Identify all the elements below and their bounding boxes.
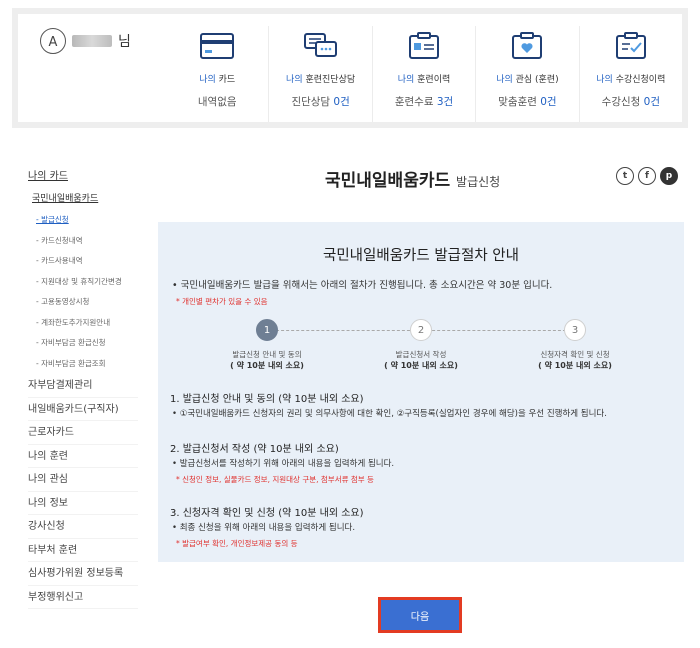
summary-item-title-prefix: 나의 — [199, 75, 219, 85]
summary-item-card[interactable]: 나의 카드 내역없음 — [166, 26, 268, 122]
summary-item-count: 0 — [540, 96, 547, 108]
sidebar-item-worker-card[interactable]: 근로자카드 — [28, 421, 138, 445]
facebook-icon[interactable]: f — [638, 167, 656, 185]
clipboard-heart-icon — [512, 32, 543, 59]
sidebar-item-card-application-history[interactable]: - 카드신청내역 — [28, 231, 138, 252]
step-label-3: 신청자격 확인 및 신청 ( 약 10분 내외 소요) — [515, 349, 635, 371]
sidebar-item-apply[interactable]: - 발급신청 — [28, 210, 138, 231]
section-text-3: • 최종 신청을 위해 아래의 내용을 입력하게 됩니다. — [172, 523, 356, 533]
step-label-1: 발급신청 안내 및 동의 ( 약 10분 내외 소요) — [207, 349, 327, 371]
sidebar-item-card-usage-history[interactable]: - 카드사용내역 — [28, 251, 138, 272]
sidebar-item-account-limit-info[interactable]: - 계좌한도추가지원안내 — [28, 313, 138, 334]
summary-item-value: 내역없음 — [197, 96, 237, 108]
summary-item-unit: 건 — [443, 96, 454, 108]
section-title-1: 1. 발급신청 안내 및 동의 (약 10분 내외 소요) — [170, 394, 364, 405]
summary-item-title: 관심 (훈련) — [515, 75, 559, 85]
person-icon: A — [49, 35, 58, 49]
step-duration: ( 약 10분 내외 소요) — [538, 361, 612, 370]
summary-item-title: 카드 — [218, 75, 236, 85]
step-label-2: 발급신청서 작성 ( 약 10분 내외 소요) — [361, 349, 481, 371]
user-name-suffix: 님 — [118, 34, 131, 50]
page-title-sub: 발급신청 — [456, 175, 501, 189]
user-info: A 님 — [40, 28, 131, 54]
step-label-text: 발급신청 안내 및 동의 — [232, 350, 302, 359]
sidebar-item-my-card[interactable]: 나의 카드 — [28, 166, 138, 188]
intro-note: * 개인별 편차가 있을 수 있음 — [176, 297, 268, 306]
step-circle-3: 3 — [564, 319, 586, 341]
section-note-2: * 신청인 정보, 실물카드 정보, 지원대상 구분, 첨부서류 첨부 등 — [176, 475, 374, 484]
summary-item-interest[interactable]: 나의 관심 (훈련) 맞춤훈련 0건 — [475, 26, 578, 122]
sidebar-item-refund-inquiry[interactable]: - 자비부담금 환급조회 — [28, 354, 138, 375]
sidebar-item-national-card[interactable]: 국민내일배움카드 — [28, 188, 138, 210]
summary-item-unit: 건 — [650, 96, 660, 108]
sidebar-item-change-eligibility[interactable]: - 지원대상 및 휴직기간변경 — [28, 272, 138, 293]
summary-item-title: 수강신청이력 — [615, 75, 666, 85]
sidebar-item-instructor-apply[interactable]: 강사신청 — [28, 515, 138, 539]
summary-item-training-history[interactable]: 나의 훈련이력 훈련수료 3건 — [371, 26, 475, 122]
summary-item-value: 진단상담 — [291, 96, 334, 108]
summary-item-value: 맞춤훈련 — [498, 96, 541, 108]
step-duration: ( 약 10분 내외 소요) — [230, 361, 304, 370]
summary-item-consult[interactable]: 나의 훈련진단상담 진단상담 0건 — [268, 26, 371, 122]
clipboard-check-icon — [615, 32, 646, 59]
summary-item-count: 3 — [436, 96, 444, 108]
summary-item-title-prefix: 나의 — [596, 75, 616, 85]
step-circle-1: 1 — [256, 319, 278, 341]
summary-item-title-prefix: 나의 — [397, 75, 418, 85]
panel-title: 국민내일배움카드 발급절차 안내 — [323, 248, 519, 264]
sidebar-item-employment-video[interactable]: - 고용동영상시청 — [28, 292, 138, 313]
next-button[interactable]: 다음 — [378, 597, 462, 633]
step-circle-2: 2 — [410, 319, 432, 341]
sidebar-item-my-info[interactable]: 나의 정보 — [28, 492, 138, 515]
print-icon[interactable]: p — [660, 167, 678, 185]
summary-item-title-prefix: 나의 — [496, 75, 516, 85]
clipboard-list-icon — [409, 32, 440, 59]
sidebar-item-self-payment[interactable]: 자부담결제관리 — [28, 374, 138, 398]
share-buttons: t f p — [616, 167, 678, 185]
procedure-guide-panel: 국민내일배움카드 발급절차 안내 • 국민내일배움카드 발급을 위해서는 아래의… — [158, 222, 684, 562]
summary-item-unit: 건 — [546, 96, 557, 108]
summary-item-title: 훈련이력 — [417, 75, 451, 85]
intro-text: • 국민내일배움카드 발급을 위해서는 아래의 절차가 진행됩니다. 총 소요시… — [172, 280, 553, 291]
section-title-3: 3. 신청자격 확인 및 신청 (약 10분 내외 소요) — [170, 508, 364, 519]
summary-item-enrollment[interactable]: 나의 수강신청이력 수강신청 0건 — [578, 26, 682, 122]
sidebar-nav: 나의 카드 국민내일배움카드 - 발급신청 - 카드신청내역 - 카드사용내역 … — [28, 166, 138, 609]
page-title-main: 국민내일배움카드 — [325, 171, 451, 191]
chat-bubbles-icon — [303, 33, 337, 57]
svg-text:A: A — [49, 35, 58, 49]
sidebar-item-my-interest[interactable]: 나의 관심 — [28, 468, 138, 492]
section-title-2: 2. 발급신청서 작성 (약 10분 내외 소요) — [170, 444, 339, 455]
sidebar-item-reviewer-register[interactable]: 심사평가위원 정보등록 — [28, 562, 138, 586]
sidebar-item-refund-request[interactable]: - 자비부담금 환급신청 — [28, 333, 138, 354]
twitter-icon[interactable]: t — [616, 167, 634, 185]
card-icon — [200, 33, 235, 59]
section-text-1: • ①국민내일배움카드 신청자의 권리 및 의무사항에 대한 확인, ②구직등록… — [172, 409, 607, 419]
user-name-redacted — [72, 35, 112, 47]
sidebar-item-other-ministry-training[interactable]: 타부처 훈련 — [28, 539, 138, 562]
sidebar-item-my-training[interactable]: 나의 훈련 — [28, 445, 138, 468]
step-duration: ( 약 10분 내외 소요) — [384, 361, 458, 370]
summary-item-value: 훈련수료 — [394, 96, 437, 108]
sidebar-item-jobseeker-card[interactable]: 내일배움카드(구직자) — [28, 398, 138, 421]
page-title: 국민내일배움카드 발급신청 — [325, 166, 500, 191]
section-text-2: • 발급신청서를 작성하기 위해 아래의 내용을 입력하게 됩니다. — [172, 459, 395, 469]
step-label-text: 발급신청서 작성 — [395, 350, 447, 359]
step-label-text: 신청자격 확인 및 신청 — [540, 350, 610, 359]
summary-item-value: 수강신청 — [601, 96, 644, 108]
my-summary-box: A 님 나의 카드 내역없음 나의 훈련진단상담 진단상담 0건 나의 훈련이력… — [12, 8, 688, 128]
summary-item-title: 훈련진단상담 — [305, 75, 356, 85]
section-note-3: * 발급여부 확인, 개인정보제공 동의 등 — [176, 539, 298, 548]
summary-item-unit: 건 — [340, 96, 350, 108]
avatar: A — [40, 28, 66, 54]
sidebar-item-fraud-report[interactable]: 부정행위신고 — [28, 586, 138, 609]
summary-item-title-prefix: 나의 — [286, 75, 306, 85]
